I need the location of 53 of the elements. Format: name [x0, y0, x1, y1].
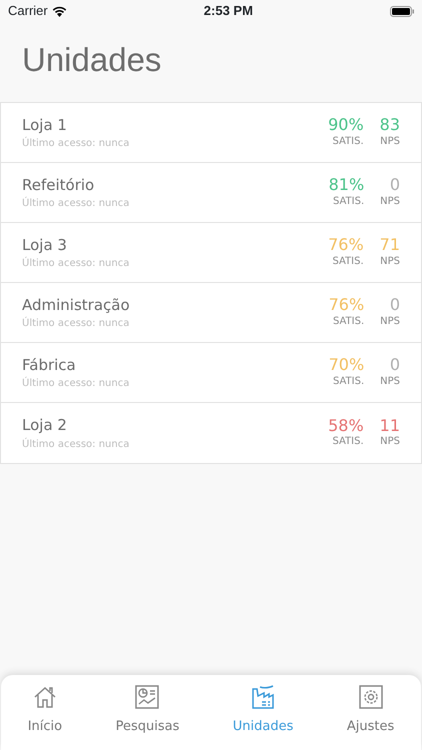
last-access-text: Último acesso: nunca — [22, 436, 130, 452]
nps-value: 0 — [390, 296, 400, 314]
settings-icon — [356, 683, 385, 711]
satis-label: SATIS. — [332, 314, 364, 329]
unit-name: Refeitório — [22, 174, 96, 196]
unit-name: Loja 1 — [22, 114, 68, 136]
unit-row[interactable]: Loja 2 Último acesso: nunca 58% SATIS. 11 NPS — [1, 403, 421, 463]
unit-name: Administração — [22, 294, 130, 316]
last-access-text: Último acesso: nunca — [22, 316, 130, 332]
satis-label: SATIS. — [332, 194, 364, 209]
unit-name: Loja 3 — [22, 234, 68, 256]
nps-label: NPS — [380, 374, 400, 389]
unit-row[interactable]: Loja 1 Último acesso: nunca 90% SATIS. 83 NPS — [1, 103, 421, 163]
satis-value: 90% — [328, 116, 364, 134]
tab-button[interactable]: Ajustes — [342, 675, 398, 750]
unit-row[interactable]: Fábrica Último acesso: nunca 70% SATIS. 0 NPS — [1, 343, 421, 403]
tab-button[interactable]: Unidades — [228, 675, 298, 750]
nps-value: 0 — [390, 176, 400, 194]
satis-value: 70% — [328, 356, 364, 374]
satis-value: 81% — [328, 176, 364, 194]
nps-value: 83 — [380, 116, 400, 134]
unit-row[interactable]: Administração Último acesso: nunca 76% SATIS. 0 NPS — [1, 283, 421, 343]
nps-label: NPS — [380, 134, 400, 149]
nps-value: 11 — [380, 416, 400, 434]
unit-row[interactable]: Loja 3 Último acesso: nunca 76% SATIS. 71 NPS — [1, 223, 421, 283]
tab-button[interactable]: Pesquisas — [112, 675, 184, 750]
wifi-icon — [52, 6, 67, 16]
unit-name: Loja 2 — [22, 415, 68, 436]
satis-value: 76% — [328, 236, 364, 254]
satis-label: SATIS. — [332, 435, 364, 450]
satis-label: SATIS. — [332, 254, 364, 269]
nps-value: 71 — [380, 236, 400, 254]
unit-name: Fábrica — [22, 354, 77, 376]
last-access-text: Último acesso: nunca — [22, 256, 130, 272]
satis-value: 76% — [328, 296, 364, 314]
nps-label: NPS — [380, 194, 400, 209]
chart-icon — [133, 683, 162, 711]
nps-label: NPS — [380, 435, 400, 450]
battery-icon — [390, 6, 414, 16]
nps-label: NPS — [380, 254, 400, 269]
status-time: 2:53 PM — [204, 2, 253, 20]
satis-label: SATIS. — [332, 374, 364, 389]
satis-value: 58% — [328, 416, 364, 434]
nps-value: 0 — [390, 356, 400, 374]
carrier-label: Carrier — [8, 2, 48, 20]
nps-label: NPS — [380, 314, 400, 329]
last-access-text: Último acesso: nunca — [22, 376, 130, 392]
unit-row[interactable]: Refeitório Último acesso: nunca 81% SATIS. 0 NPS — [1, 163, 421, 223]
last-access-text: Último acesso: nunca — [22, 136, 130, 152]
page-title: Unidades — [21, 40, 162, 80]
satis-label: SATIS. — [332, 134, 364, 149]
last-access-text: Último acesso: nunca — [22, 196, 130, 212]
tab-button[interactable]: Início — [24, 675, 66, 750]
